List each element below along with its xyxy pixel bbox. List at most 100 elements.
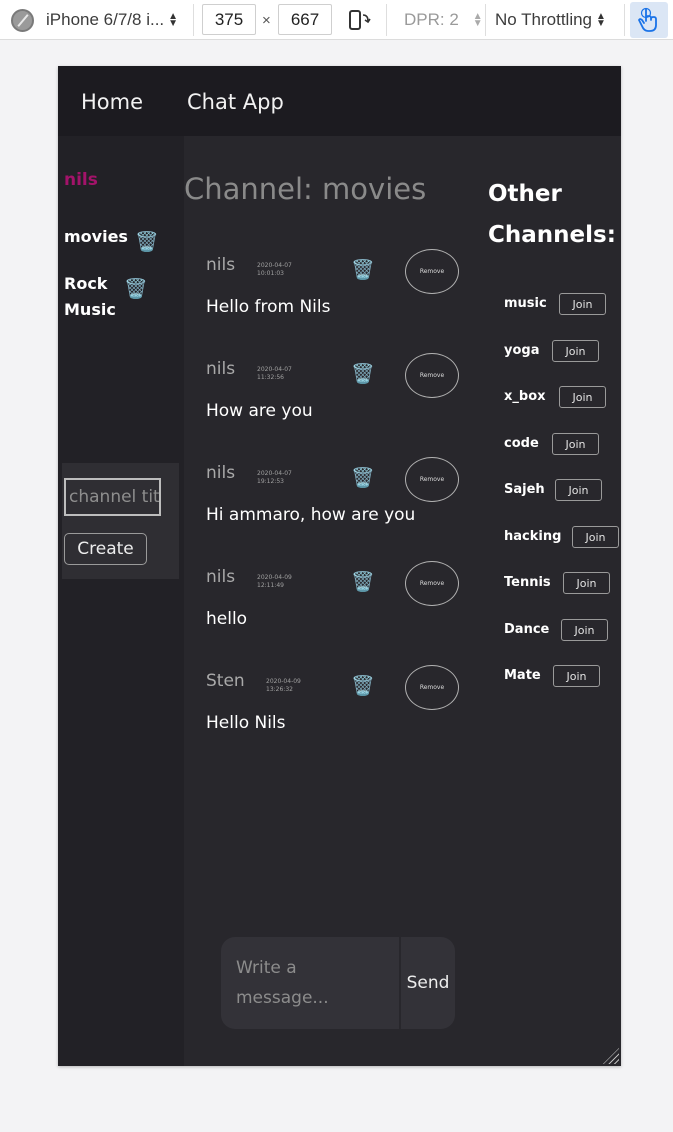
channel-title-input[interactable]: channel tit <box>64 478 161 516</box>
join-channel-button[interactable]: Join <box>555 479 602 501</box>
other-channel-name: music <box>504 296 547 311</box>
message-timestamp: 2020-04-07 19:12:53 <box>257 470 292 486</box>
message-item: nils 2020-04-07 11:32:56 🗑️ Remove How ar… <box>206 353 466 433</box>
join-channel-button[interactable]: Join <box>552 433 599 455</box>
join-channel-button[interactable]: Join <box>559 293 606 315</box>
message-date: 2020-04-07 <box>257 470 292 477</box>
send-button[interactable]: Send <box>401 937 455 1029</box>
message-composer: Write a message... Send <box>221 937 455 1029</box>
divider <box>624 4 625 36</box>
device-select[interactable]: iPhone 6/7/8 i... ▲ ▼ <box>46 0 188 40</box>
throttling-label: No Throttling <box>495 10 593 29</box>
message-item: nils 2020-04-07 19:12:53 🗑️ Remove Hi amm… <box>206 457 466 537</box>
trash-icon[interactable]: 🗑️ <box>351 570 375 593</box>
nav-home-link[interactable]: Home <box>81 90 143 114</box>
remove-message-button[interactable]: Remove <box>405 665 459 710</box>
trash-icon[interactable]: 🗑️ <box>351 466 375 489</box>
message-date: 2020-04-09 <box>257 574 292 581</box>
other-channel-name: Tennis <box>504 575 551 590</box>
devtools-device-toolbar: iPhone 6/7/8 i... ▲ ▼ 375 × 667 DPR: 2 ▲ ▼… <box>0 0 673 40</box>
trash-icon[interactable]: 🗑️ <box>351 674 375 697</box>
message-item: nils 2020-04-09 12:11:49 🗑️ Remove hello <box>206 561 466 641</box>
other-channels-heading-line2: Channels: <box>488 222 616 248</box>
dpr-label: DPR: 2 <box>404 10 459 29</box>
compass-icon[interactable] <box>10 0 34 40</box>
message-author: nils <box>206 567 236 587</box>
message-text: Hello Nils <box>206 713 286 733</box>
other-channel-name: code <box>504 436 539 451</box>
join-channel-button[interactable]: Join <box>561 619 608 641</box>
message-author: nils <box>206 255 236 275</box>
message-placeholder-line2: message... <box>236 988 329 1008</box>
other-channel-name: Sajeh <box>504 482 545 497</box>
touch-hand-icon[interactable] <box>630 2 668 38</box>
message-item: Sten 2020-04-09 13:26:32 🗑️ Remove Hello … <box>206 665 466 745</box>
message-timestamp: 2020-04-09 12:11:49 <box>257 574 292 590</box>
join-channel-button[interactable]: Join <box>553 665 600 687</box>
channel-label-line1: Rock <box>64 274 108 293</box>
updown-arrows-icon: ▲ ▼ <box>596 11 606 29</box>
message-author: nils <box>206 359 236 379</box>
width-input[interactable]: 375 <box>202 4 256 35</box>
rotate-device-icon[interactable] <box>346 0 372 40</box>
remove-message-button[interactable]: Remove <box>405 249 459 294</box>
other-channels-heading: Other Channels: <box>488 174 616 256</box>
message-text: Hello from Nils <box>206 297 331 317</box>
sidebar-channel-movies[interactable]: movies <box>64 224 128 250</box>
trash-icon[interactable]: 🗑️ <box>135 232 159 252</box>
message-input[interactable]: Write a message... <box>221 937 399 1029</box>
join-channel-button[interactable]: Join <box>572 526 619 548</box>
channel-title: Channel: movies <box>184 172 427 206</box>
nav-chat-app-link[interactable]: Chat App <box>187 90 284 114</box>
message-text: hello <box>206 609 248 629</box>
message-time: 19:12:53 <box>257 478 284 485</box>
message-text: How are you <box>206 401 313 421</box>
join-channel-button[interactable]: Join <box>563 572 610 594</box>
message-text: Hi ammaro, how are you <box>206 505 416 525</box>
remove-message-button[interactable]: Remove <box>405 561 459 606</box>
other-channel-name: hacking <box>504 529 562 544</box>
message-date: 2020-04-09 <box>266 678 301 685</box>
message-timestamp: 2020-04-07 11:32:56 <box>257 366 292 382</box>
divider <box>386 4 387 36</box>
updown-arrows-icon: ▲ ▼ <box>168 11 179 29</box>
message-time: 10:01:03 <box>257 270 284 277</box>
message-date: 2020-04-07 <box>257 262 292 269</box>
message-time: 11:32:56 <box>257 374 284 381</box>
other-channel-name: Dance <box>504 622 550 637</box>
current-username: nils <box>64 170 98 190</box>
message-author: nils <box>206 463 236 483</box>
throttling-select[interactable]: No Throttling ▲ ▼ <box>495 0 606 40</box>
remove-message-button[interactable]: Remove <box>405 457 459 502</box>
top-nav: Home Chat App <box>58 66 621 136</box>
remove-message-button[interactable]: Remove <box>405 353 459 398</box>
dpr-select[interactable]: DPR: 2 ▲ ▼ <box>404 0 483 40</box>
join-channel-button[interactable]: Join <box>552 340 599 362</box>
other-channel-name: yoga <box>504 343 540 358</box>
create-channel-form: channel tit Create <box>62 463 179 579</box>
other-channels-heading-line1: Other <box>488 181 562 207</box>
trash-icon[interactable]: 🗑️ <box>351 362 375 385</box>
divider <box>193 4 194 36</box>
message-timestamp: 2020-04-09 13:26:32 <box>266 678 301 694</box>
updown-arrows-icon: ▲ ▼ <box>472 11 483 29</box>
trash-icon[interactable]: 🗑️ <box>351 258 375 281</box>
other-channel-name: x_box <box>504 389 546 404</box>
trash-icon[interactable]: 🗑️ <box>124 279 148 299</box>
other-channel-name: Mate <box>504 668 541 683</box>
sidebar-channel-rock-music[interactable]: Rock Music <box>64 271 116 323</box>
app-viewport: Home Chat App nils movies 🗑️ Rock Music … <box>58 66 621 1066</box>
times-sign: × <box>262 11 271 29</box>
message-time: 12:11:49 <box>257 582 284 589</box>
divider <box>485 4 486 36</box>
height-input[interactable]: 667 <box>278 4 332 35</box>
message-time: 13:26:32 <box>266 686 293 693</box>
message-date: 2020-04-07 <box>257 366 292 373</box>
device-name: iPhone 6/7/8 i... <box>46 10 165 29</box>
join-channel-button[interactable]: Join <box>559 386 606 408</box>
create-channel-button[interactable]: Create <box>64 533 147 565</box>
resize-handle-icon[interactable] <box>603 1048 619 1064</box>
message-timestamp: 2020-04-07 10:01:03 <box>257 262 292 278</box>
message-author: Sten <box>206 671 245 691</box>
message-placeholder-line1: Write a <box>236 958 297 978</box>
